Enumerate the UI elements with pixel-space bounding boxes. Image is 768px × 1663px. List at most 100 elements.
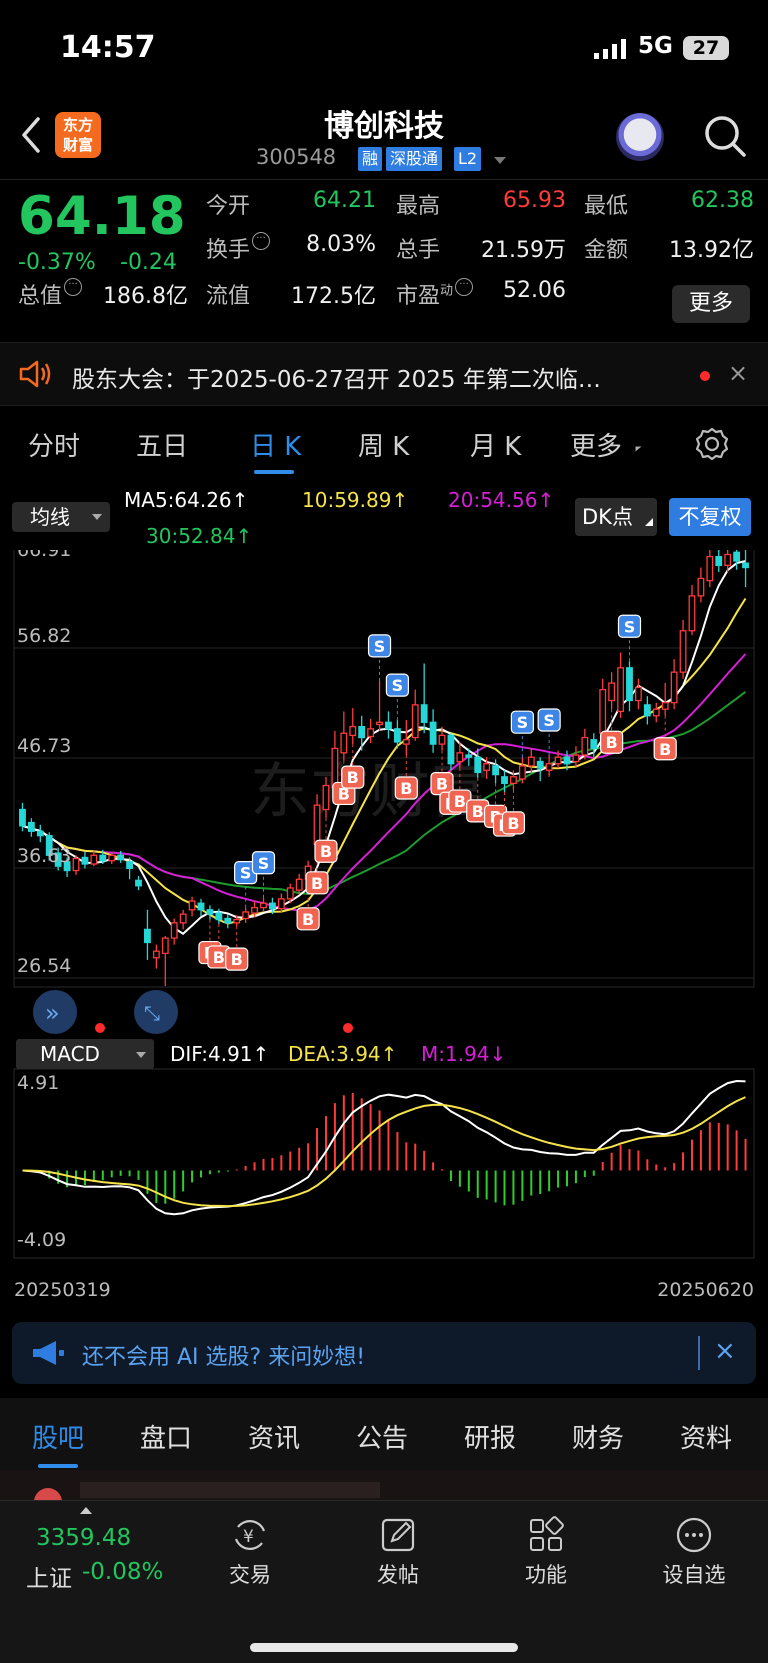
sell-signal-label: S <box>624 617 636 636</box>
candle-up <box>286 887 294 900</box>
active-tab-indicator <box>254 470 294 474</box>
change-amount: -0.24 <box>120 250 177 275</box>
dropdown-caret-icon <box>92 514 102 520</box>
info-icon[interactable]: ··· <box>64 278 83 296</box>
tab-intraday[interactable]: 分时 <box>28 426 80 463</box>
candle-up <box>260 902 267 909</box>
buy-signal-label: B <box>436 775 448 794</box>
index-up-caret-icon[interactable] <box>80 1507 92 1514</box>
candle-up <box>608 682 616 702</box>
index-name[interactable]: 上证 <box>26 1559 72 1593</box>
tab-more[interactable]: 更多 <box>570 426 622 463</box>
tab-forum[interactable]: 股吧 <box>32 1418 84 1455</box>
tab-news[interactable]: 资讯 <box>248 1418 300 1455</box>
candle-down <box>733 551 741 562</box>
candle-down <box>590 739 598 750</box>
pe-label-text: 市盈 <box>396 284 441 309</box>
tab-finance[interactable]: 财务 <box>572 1418 624 1455</box>
macd-y-tick-label: 4.91 <box>17 1072 59 1094</box>
mktcap-label: 总值 ··· <box>18 278 83 310</box>
quote-panel: 64.18 -0.37% -0.24 今开 64.21 最高 65.93 最低 … <box>0 180 768 340</box>
turnover-label: 换手 ··· <box>206 232 271 264</box>
y-tick-label: 46.73 <box>17 735 71 757</box>
tab-order-book[interactable]: 盘口 <box>140 1418 192 1455</box>
tab-five-day[interactable]: 五日 <box>136 426 188 463</box>
candle-down <box>215 912 223 921</box>
tab-research[interactable]: 研报 <box>464 1418 516 1455</box>
candle-down <box>27 821 35 832</box>
bottom-toolbar: 3359.48 上证 -0.08% ¥ 交易 发帖 功能 设自选 <box>0 1500 768 1663</box>
ai-promo-bar[interactable]: 还不会用 AI 选股? 来问妙想! × <box>12 1322 756 1384</box>
ai-assistant-icon[interactable] <box>616 113 664 161</box>
no-adjust-button[interactable]: 不复权 <box>669 498 751 536</box>
dk-point-button[interactable]: DK点 <box>575 498 657 536</box>
turnover-value: 8.03% <box>306 232 376 257</box>
kline-macd-chart[interactable]: 东方财富 BBBSSBBBBBSSBBBBBBBBSSBSBS 66.9156.… <box>0 550 768 1300</box>
candle-up <box>179 913 187 924</box>
candle-up <box>340 732 348 754</box>
candle-up <box>518 765 526 780</box>
indicator-select[interactable]: 均线 <box>12 502 110 532</box>
candle-up <box>251 906 258 914</box>
notice-bar[interactable]: 股东大会：于2025-06-27召开 2025 年第二次临… × <box>0 342 768 406</box>
mktcap-value: 186.8亿 <box>103 284 188 309</box>
candle-down <box>393 728 401 743</box>
info-icon[interactable]: ··· <box>455 278 474 296</box>
macd-select-label: MACD <box>40 1042 100 1066</box>
ma-legend: 均线 MA5:64.26↑ 10:59.89↑ 20:54.56↑ 30:52.… <box>0 480 768 550</box>
trade-button[interactable]: ¥ 交易 <box>200 1515 300 1589</box>
indicator-select-label: 均线 <box>30 505 70 529</box>
buy-signal-label: B <box>454 792 466 811</box>
functions-button[interactable]: 功能 <box>496 1515 596 1589</box>
post-button[interactable]: 发帖 <box>348 1515 448 1589</box>
tab-profile[interactable]: 资料 <box>680 1418 732 1455</box>
home-indicator <box>250 1643 518 1652</box>
tag-margin: 融 <box>358 147 383 171</box>
content-peek <box>0 1470 768 1500</box>
ma20-value: 20:54.56↑ <box>448 488 554 512</box>
y-tick-label: 66.91 <box>17 550 71 561</box>
index-value[interactable]: 3359.48 <box>36 1525 131 1551</box>
gear-icon[interactable] <box>694 426 730 462</box>
candle-up <box>545 763 553 771</box>
candle-down <box>197 902 205 911</box>
candle-down <box>536 760 544 769</box>
change-percent: -0.37% <box>18 250 96 275</box>
notice-text[interactable]: 股东大会：于2025-06-27召开 2025 年第二次临… <box>72 360 662 394</box>
content-tabs: 股吧 盘口 资讯 公告 研报 财务 资料 <box>0 1398 768 1470</box>
candle-down <box>474 756 482 774</box>
tab-daily-k[interactable]: 日 K <box>250 426 301 463</box>
candle-up <box>170 922 178 939</box>
amount-label: 金额 <box>584 238 629 263</box>
sell-signal-label: S <box>258 854 270 873</box>
ai-promo-text[interactable]: 还不会用 AI 选股? 来问妙想! <box>82 1339 365 1371</box>
more-button[interactable]: 更多 <box>672 285 750 323</box>
m-text: M:1.94 <box>421 1042 490 1066</box>
add-watchlist-button[interactable]: 设自选 <box>644 1515 744 1589</box>
candle-up <box>661 702 669 710</box>
candle-up <box>456 752 464 763</box>
candle-up <box>367 728 375 738</box>
candle-up <box>688 595 696 632</box>
status-time: 14:57 <box>60 30 156 65</box>
dea-text: DEA:3.94 <box>288 1042 381 1066</box>
candle-up <box>483 763 491 771</box>
ma5-text: MA5:64.26 <box>124 488 232 512</box>
ma5-value: MA5:64.26↑ <box>124 488 248 512</box>
buy-signal-label: B <box>213 948 225 967</box>
ma5-arrow: ↑ <box>231 488 249 512</box>
index-percent[interactable]: -0.08% <box>82 1559 163 1585</box>
info-icon[interactable]: ··· <box>252 232 271 250</box>
candle-down <box>429 721 437 745</box>
tab-weekly-k[interactable]: 周 K <box>358 426 409 463</box>
tab-monthly-k[interactable]: 月 K <box>470 426 521 463</box>
post-title-truncated <box>80 1482 380 1498</box>
notice-close-icon[interactable]: × <box>728 359 748 387</box>
tags-dropdown-icon[interactable] <box>494 157 506 164</box>
search-icon[interactable] <box>702 113 748 159</box>
candle-up <box>572 754 580 763</box>
candle-up <box>697 577 705 597</box>
ai-close-icon[interactable]: × <box>714 1336 736 1366</box>
stock-header: 东方 财富 博创科技 300548 融 深股通 L2 <box>0 95 768 180</box>
tab-announcements[interactable]: 公告 <box>356 1418 408 1455</box>
